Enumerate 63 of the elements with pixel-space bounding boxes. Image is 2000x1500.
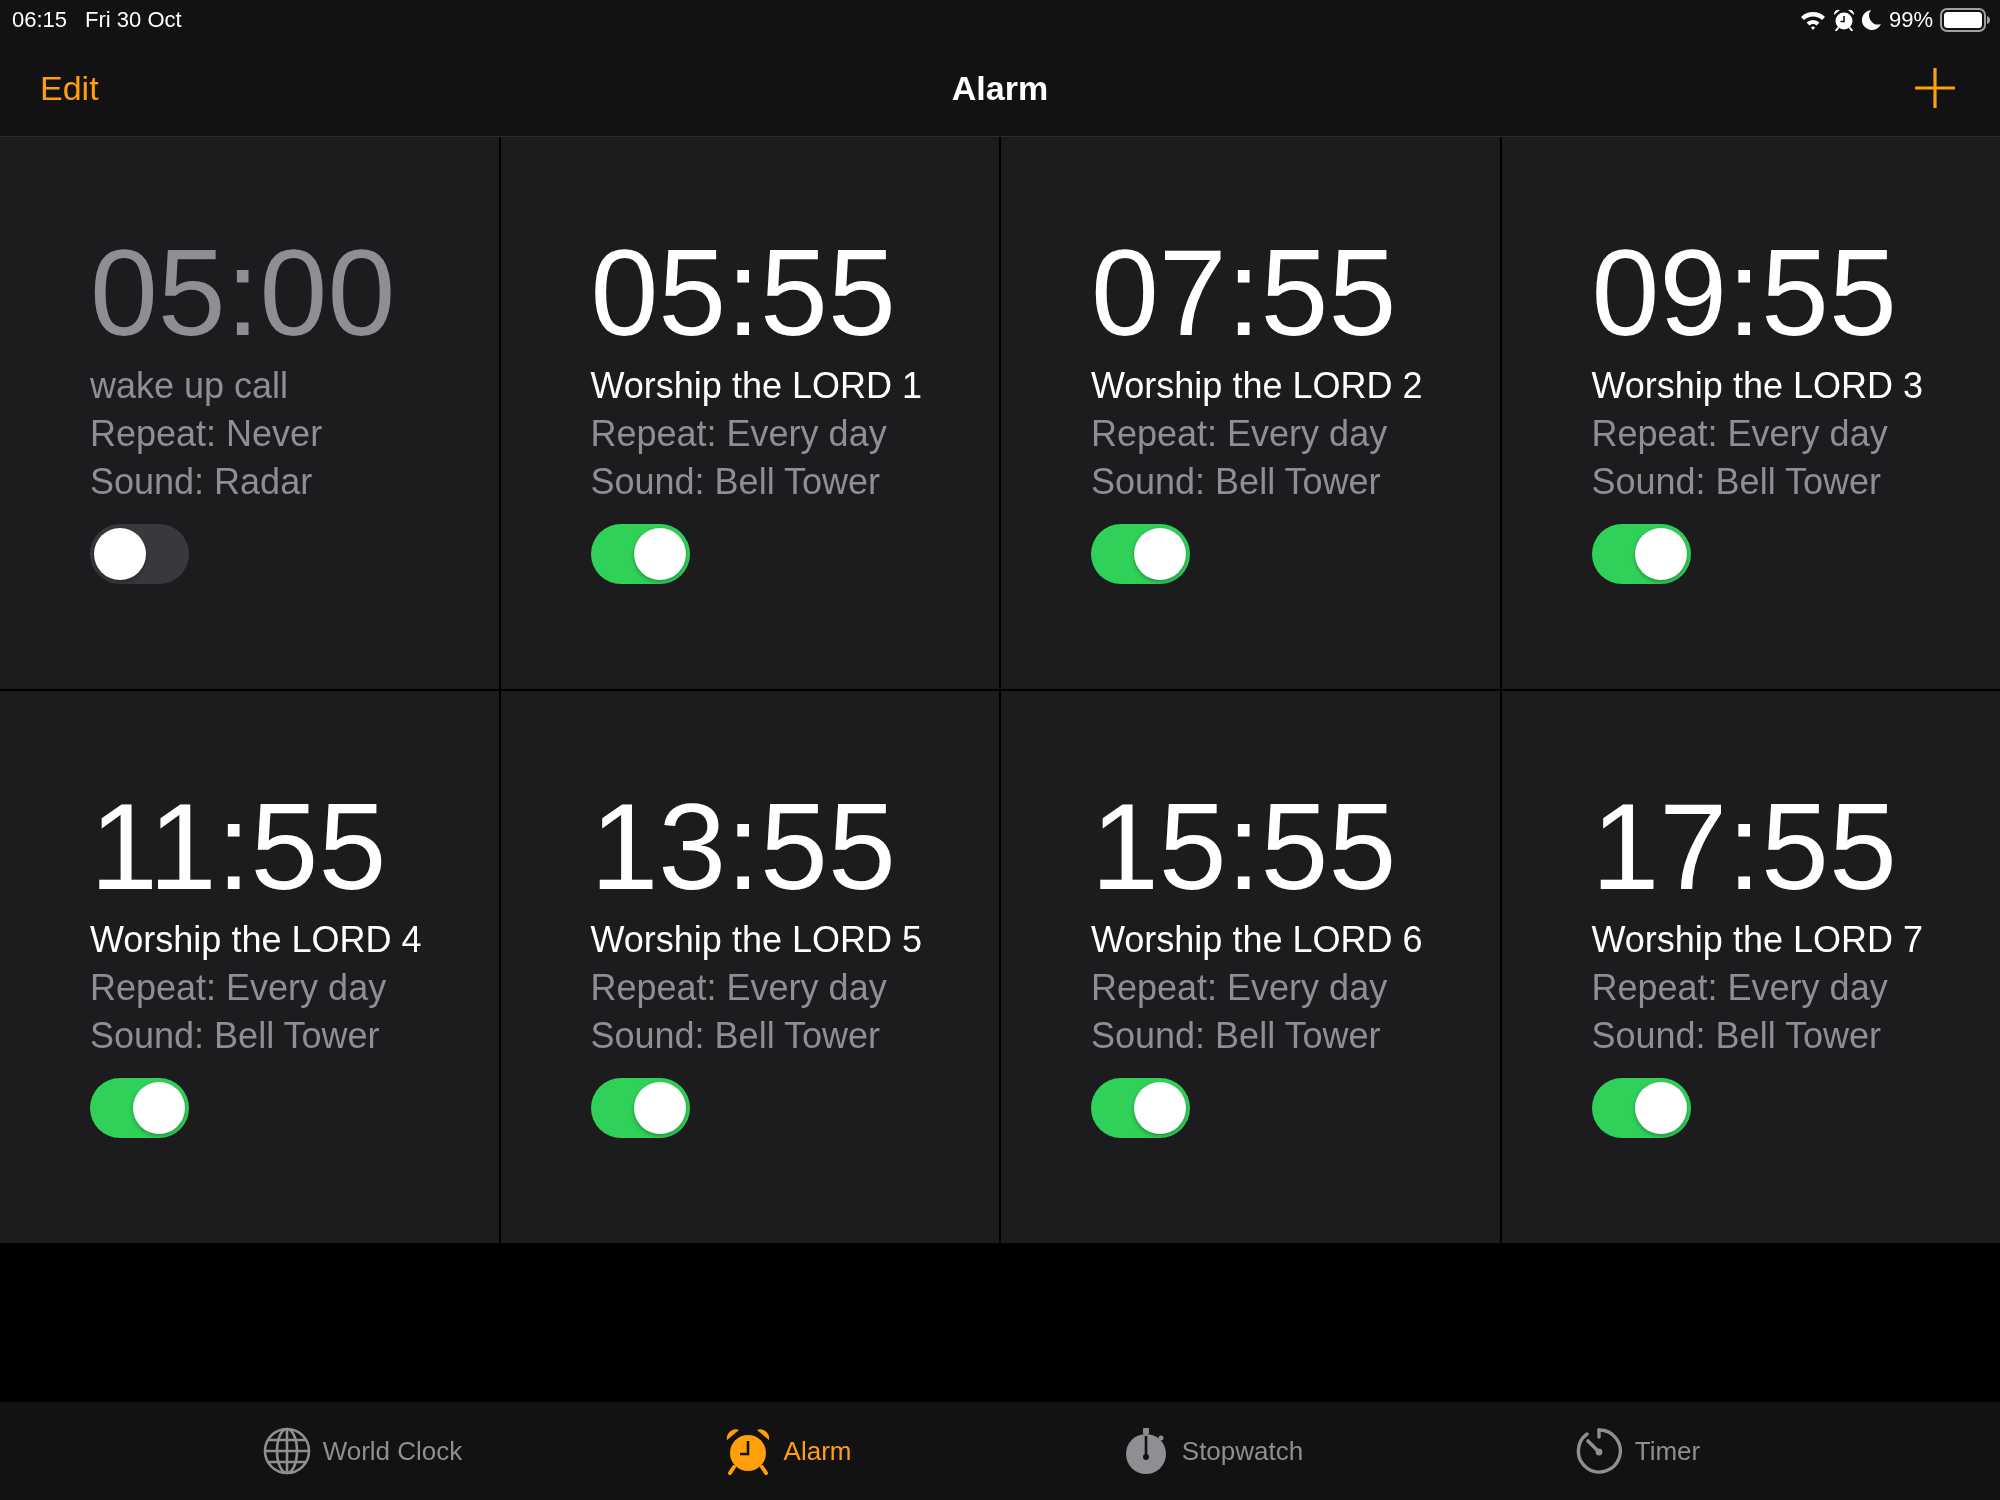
- alarm-label: Worship the LORD 3: [1591, 364, 1923, 408]
- edit-button[interactable]: Edit: [40, 68, 99, 108]
- alarm-label: Worship the LORD 4: [90, 918, 422, 962]
- alarm-time: 17:55: [1591, 786, 1897, 908]
- sound-text: Sound: Bell Tower: [590, 460, 881, 504]
- toggle-switch[interactable]: [1091, 524, 1190, 584]
- repeat-text: Repeat: Every day: [590, 966, 888, 1010]
- tab[interactable]: Alarm: [723, 1427, 852, 1475]
- sound-text: Sound: Bell Tower: [1091, 1014, 1382, 1058]
- toggle-switch[interactable]: [590, 524, 690, 584]
- sound-text: Sound: Bell Tower: [1091, 460, 1382, 504]
- repeat-text: Repeat: Every day: [1591, 966, 1889, 1010]
- repeat-text: Repeat: Never: [90, 412, 323, 456]
- battery-percentage: 99%: [1888, 7, 1933, 33]
- alarm-card[interactable]: 17:55 Worship the LORD 7 Repeat: Every day Sound: Bell Tower: [1501, 691, 2000, 1243]
- nav-title: Alarm: [951, 68, 1049, 108]
- alarm-card[interactable]: 09:55 Worship the LORD 3 Repeat: Every day Sound: Bell Tower: [1501, 137, 2000, 689]
- sound-text: Sound: Bell Tower: [1591, 460, 1882, 504]
- tab[interactable]: Timer: [1574, 1427, 1701, 1475]
- sound-text: Sound: Bell Tower: [590, 1014, 881, 1058]
- toggle-switch[interactable]: [90, 1078, 189, 1138]
- alarm-label: wake up call: [90, 364, 290, 408]
- alarm-time: 09:55: [1591, 232, 1897, 354]
- alarm-card[interactable]: 05:00 wake up call Repeat: Never Sound: Radar: [0, 137, 499, 689]
- alarm-time: 05:55: [590, 232, 896, 354]
- timer-icon: [1574, 1427, 1623, 1475]
- repeat-text: Repeat: Every day: [590, 412, 888, 456]
- alarm-card[interactable]: 15:55 Worship the LORD 6 Repeat: Every day Sound: Bell Tower: [1001, 691, 1500, 1243]
- repeat-text: Repeat: Every day: [1091, 412, 1389, 456]
- alarm-card[interactable]: 13:55 Worship the LORD 5 Repeat: Every day Sound: Bell Tower: [500, 691, 999, 1243]
- alarm-time: 15:55: [1091, 786, 1397, 908]
- repeat-text: Repeat: Every day: [1591, 412, 1889, 456]
- alarm-card[interactable]: 07:55 Worship the LORD 2 Repeat: Every day Sound: Bell Tower: [1001, 137, 1500, 689]
- alarm-time: 05:00: [90, 232, 396, 354]
- alarm-label: Worship the LORD 5: [590, 918, 922, 962]
- alarm-time: 11:55: [90, 786, 387, 908]
- battery-icon: [1940, 8, 1990, 32]
- alarm-label: Worship the LORD 2: [1091, 364, 1423, 408]
- status-date: Fri 30 Oct: [85, 7, 182, 33]
- tab[interactable]: World Clock: [262, 1427, 463, 1475]
- wifi-icon: [1799, 9, 1826, 31]
- alarm-clock-icon: [1832, 9, 1855, 31]
- add-icon[interactable]: [1915, 68, 1955, 108]
- alarm-label: Worship the LORD 7: [1591, 918, 1923, 962]
- alarm-card[interactable]: 05:55 Worship the LORD 1 Repeat: Every day Sound: Bell Tower: [500, 137, 999, 689]
- moon-icon: [1861, 9, 1882, 31]
- toggle-switch[interactable]: [590, 1078, 690, 1138]
- repeat-text: Repeat: Every day: [1091, 966, 1389, 1010]
- sound-text: Sound: Radar: [90, 460, 314, 504]
- alarm-label: Worship the LORD 1: [590, 364, 922, 408]
- sound-text: Sound: Bell Tower: [90, 1014, 381, 1058]
- toggle-switch[interactable]: [1591, 524, 1691, 584]
- sound-text: Sound: Bell Tower: [1591, 1014, 1882, 1058]
- alarm-time: 07:55: [1091, 232, 1397, 354]
- globe-icon: [262, 1427, 311, 1475]
- alarm-label: Worship the LORD 6: [1091, 918, 1423, 962]
- toggle-switch[interactable]: [1591, 1078, 1691, 1138]
- tab[interactable]: Stopwatch: [1121, 1427, 1304, 1475]
- alarm-time: 13:55: [590, 786, 896, 908]
- alarm-card[interactable]: 11:55 Worship the LORD 4 Repeat: Every day Sound: Bell Tower: [0, 691, 499, 1243]
- repeat-text: Repeat: Every day: [90, 966, 388, 1010]
- status-time: 06:15: [12, 7, 68, 33]
- toggle-switch[interactable]: [1091, 1078, 1190, 1138]
